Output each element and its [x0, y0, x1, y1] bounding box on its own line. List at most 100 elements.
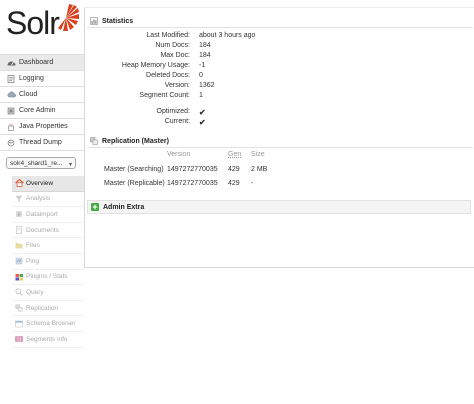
core-selector-value: solr4_shard1_re... — [10, 159, 63, 167]
stat-deleted-docs: Deleted Docs: 0 — [85, 72, 285, 82]
magnifier-icon — [14, 288, 24, 297]
solr-logo[interactable]: Solr — [6, 4, 79, 46]
stat-version: Version: 1362 — [85, 82, 285, 92]
stat-value: 184 — [199, 42, 211, 49]
funnel-icon — [14, 195, 24, 203]
core-menu-ping[interactable]: Ping — [12, 254, 84, 270]
replication-icon — [14, 304, 24, 312]
nav-thread-dump[interactable]: Thread Dump — [0, 134, 84, 150]
main-nav: Dashboard Logging Cloud Core Admin Java … — [0, 54, 84, 151]
stat-segment-count: Segment Count: 1 — [85, 92, 285, 102]
cloud-icon — [6, 90, 16, 99]
statistics-title: Statistics — [102, 17, 134, 25]
repl-row-gen: 429 — [228, 180, 240, 187]
replication-title: Replication (Master) — [102, 137, 169, 145]
java-properties-icon — [6, 122, 16, 131]
core-menu-documents-label: Documents — [26, 226, 59, 234]
core-menu-plugins-stats[interactable]: Plugins / Stats — [12, 270, 84, 286]
repl-row-size: - — [251, 180, 254, 187]
core-admin-icon — [6, 106, 16, 115]
core-menu-query[interactable]: Query — [12, 285, 84, 301]
core-menu-plugins-stats-label: Plugins / Stats — [26, 273, 68, 281]
nav-logging[interactable]: Logging — [0, 70, 84, 86]
stat-key: Segment Count: — [139, 92, 190, 99]
core-menu-analysis[interactable]: Analysis — [12, 192, 84, 208]
repl-row-version: 1497272770035 — [167, 166, 218, 173]
stat-num-docs: Num Docs: 184 — [85, 42, 285, 52]
nav-dashboard-label: Dashboard — [19, 59, 54, 66]
core-menu-schema-browser-label: Schema Browser — [26, 320, 76, 328]
core-selector[interactable]: solr4_shard1_re... ▾ — [6, 157, 76, 169]
logo-text: Solr — [6, 5, 60, 41]
stat-key: Optimized: — [156, 108, 190, 115]
core-menu-replication-label: Replication — [26, 304, 59, 312]
nav-core-admin-label: Core Admin — [19, 107, 56, 114]
col-version: Version — [167, 151, 191, 158]
replication-header[interactable]: Replication (Master) — [87, 135, 473, 148]
stat-last-modified: Last Modified: about 3 hours ago — [85, 32, 285, 42]
thread-dump-icon — [6, 138, 16, 147]
stat-current: Current: ✔ — [85, 118, 285, 128]
core-menu-files[interactable]: Files — [12, 238, 84, 254]
stat-max-doc: Max Doc: 184 — [85, 52, 285, 62]
admin-extra-title: Admin Extra — [103, 203, 145, 211]
nav-dashboard[interactable]: Dashboard — [0, 54, 84, 70]
segments-icon — [14, 335, 24, 343]
core-menu-documents[interactable]: Documents — [12, 223, 84, 239]
statistics-header[interactable]: Statistics — [87, 15, 473, 28]
nav-divider — [0, 150, 84, 151]
documents-icon — [14, 226, 24, 234]
repl-row-label: Master (Replicable) — [104, 180, 165, 187]
solr-sun-icon — [58, 4, 79, 31]
nav-cloud-label: Cloud — [19, 91, 38, 98]
statistics-icon — [90, 17, 98, 25]
repl-row-version: 1497272770035 — [167, 180, 218, 187]
logging-icon — [6, 74, 16, 83]
stat-key: Version: — [164, 82, 190, 89]
core-menu: Overview Analysis Dataimport Documents F… — [12, 176, 84, 348]
stat-value: -1 — [199, 62, 206, 69]
nav-logging-label: Logging — [19, 75, 44, 82]
stat-value: 1 — [199, 92, 203, 99]
core-menu-overview-label: Overview — [26, 179, 54, 187]
core-menu-segments-info[interactable]: Segments info — [12, 332, 84, 348]
core-menu-schema-browser[interactable]: Schema Browser — [12, 316, 84, 332]
core-menu-analysis-label: Analysis — [26, 195, 51, 203]
admin-extra-header[interactable]: Admin Extra — [87, 200, 471, 214]
repl-row-label: Master (Searching) — [104, 166, 164, 173]
col-gen: Gen — [228, 151, 242, 158]
repl-row-gen: 429 — [228, 166, 240, 173]
nav-thread-dump-label: Thread Dump — [19, 139, 62, 146]
nav-java-properties-label: Java Properties — [19, 123, 68, 130]
replication-icon — [90, 137, 98, 145]
stat-optimized: Optimized: ✔ — [85, 108, 285, 118]
folder-icon — [14, 242, 24, 250]
core-menu-segments-info-label: Segments info — [26, 335, 68, 343]
chevron-down-icon: ▾ — [68, 162, 72, 168]
schema-browser-icon — [14, 320, 24, 328]
stat-key: Last Modified: — [146, 32, 190, 39]
core-menu-ping-label: Ping — [26, 257, 40, 265]
core-menu-files-label: Files — [26, 242, 40, 250]
dashboard-icon — [6, 58, 16, 67]
core-menu-query-label: Query — [26, 288, 44, 296]
checkmark-icon: ✔ — [199, 108, 206, 117]
checkmark-icon: ✔ — [199, 118, 206, 127]
ping-icon — [14, 257, 24, 265]
repl-row-size: 2 MB — [251, 166, 268, 173]
col-size: Size — [251, 151, 265, 158]
nav-core-admin[interactable]: Core Admin — [0, 102, 84, 118]
stat-heap-memory: Heap Memory Usage: -1 — [85, 62, 285, 72]
stat-value: 0 — [199, 72, 203, 79]
stat-key: Max Doc: — [160, 52, 190, 59]
nav-cloud[interactable]: Cloud — [0, 86, 84, 102]
stat-value: 184 — [199, 52, 211, 59]
core-menu-dataimport[interactable]: Dataimport — [12, 207, 84, 223]
core-menu-replication[interactable]: Replication — [12, 301, 84, 317]
dashboard-content: Statistics Last Modified: about 3 hours … — [84, 7, 474, 268]
stat-key: Heap Memory Usage: — [121, 62, 190, 69]
core-menu-overview[interactable]: Overview — [12, 176, 84, 192]
nav-java-properties[interactable]: Java Properties — [0, 118, 84, 134]
plus-icon — [91, 203, 99, 211]
stat-key: Num Docs: — [155, 42, 190, 49]
